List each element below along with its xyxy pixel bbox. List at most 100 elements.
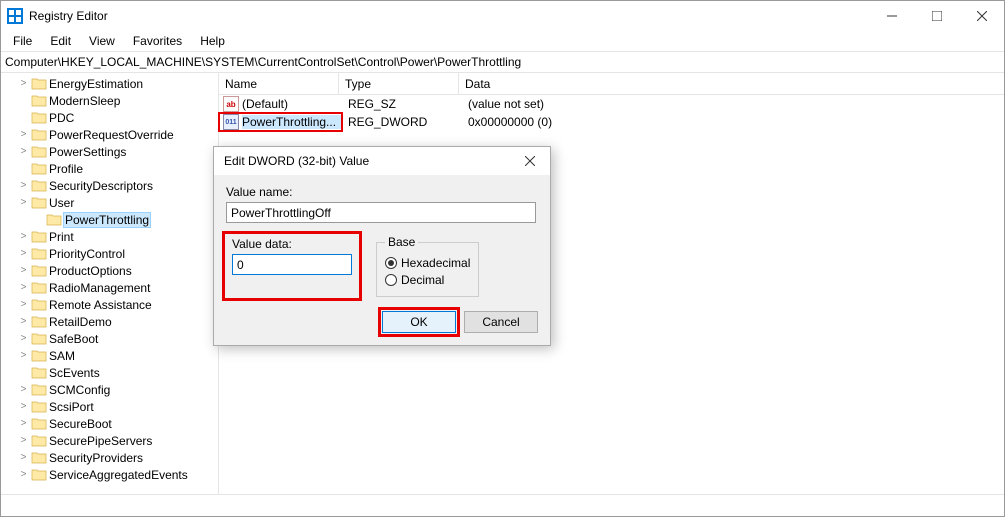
tree-item[interactable]: > PriorityControl bbox=[1, 245, 218, 262]
value-name: PowerThrottling... bbox=[242, 115, 342, 129]
expand-icon[interactable]: > bbox=[16, 265, 31, 276]
tree-item-label: ServiceAggregatedEvents bbox=[49, 468, 188, 482]
tree-item[interactable]: > Remote Assistance bbox=[1, 296, 218, 313]
tree-item[interactable]: >RadioManagement bbox=[1, 279, 218, 296]
tree-item[interactable]: >EnergyEstimation bbox=[1, 75, 218, 92]
expand-icon[interactable]: > bbox=[16, 248, 31, 259]
menu-view[interactable]: View bbox=[81, 32, 123, 50]
col-header-type[interactable]: Type bbox=[339, 73, 459, 94]
folder-icon bbox=[31, 400, 47, 413]
radio-dec-label: Decimal bbox=[401, 273, 444, 287]
tree-item-label: ScEvents bbox=[49, 366, 100, 380]
tree-item-label: PDC bbox=[49, 111, 74, 125]
radio-hex[interactable]: Hexadecimal bbox=[385, 256, 470, 270]
expand-icon[interactable]: > bbox=[16, 129, 31, 140]
tree-item[interactable]: >SecureBoot bbox=[1, 415, 218, 432]
tree-item-label: SafeBoot bbox=[49, 332, 98, 346]
tree-item[interactable]: >SecurityDescriptors bbox=[1, 177, 218, 194]
expand-icon[interactable]: > bbox=[16, 418, 31, 429]
menu-file[interactable]: File bbox=[5, 32, 40, 50]
tree-item-label: RetailDemo bbox=[49, 315, 112, 329]
expand-icon[interactable]: > bbox=[16, 469, 31, 480]
minimize-button[interactable] bbox=[869, 1, 914, 31]
folder-icon bbox=[31, 366, 47, 379]
status-bar bbox=[1, 494, 1004, 516]
tree-pane[interactable]: >EnergyEstimationModernSleep PDC>PowerReq… bbox=[1, 73, 219, 494]
expand-icon[interactable]: > bbox=[16, 299, 31, 310]
tree-item[interactable]: >SCMConfig bbox=[1, 381, 218, 398]
tree-item[interactable]: > Print bbox=[1, 228, 218, 245]
folder-icon bbox=[31, 315, 47, 328]
menu-edit[interactable]: Edit bbox=[42, 32, 79, 50]
col-header-data[interactable]: Data bbox=[459, 73, 1004, 94]
expand-icon[interactable]: > bbox=[16, 197, 31, 208]
list-row[interactable]: ab(Default)REG_SZ(value not set) bbox=[219, 95, 1004, 113]
dialog-close-button[interactable] bbox=[510, 147, 550, 175]
folder-icon bbox=[31, 281, 47, 294]
list-row[interactable]: 011PowerThrottling...REG_DWORD0x00000000… bbox=[219, 113, 1004, 131]
folder-icon bbox=[31, 128, 47, 141]
tree-item[interactable]: > RetailDemo bbox=[1, 313, 218, 330]
value-type: REG_SZ bbox=[342, 97, 462, 111]
tree-item[interactable]: > ServiceAggregatedEvents bbox=[1, 466, 218, 483]
address-bar[interactable]: Computer\HKEY_LOCAL_MACHINE\SYSTEM\Curre… bbox=[1, 51, 1004, 73]
expand-icon[interactable]: > bbox=[16, 435, 31, 446]
expand-icon[interactable]: > bbox=[16, 146, 31, 157]
value-type: REG_DWORD bbox=[342, 115, 462, 129]
tree-item[interactable]: > SAM bbox=[1, 347, 218, 364]
value-data-field[interactable] bbox=[232, 254, 352, 275]
folder-icon bbox=[31, 264, 47, 277]
list-header: Name Type Data bbox=[219, 73, 1004, 95]
tree-item[interactable]: PowerThrottling bbox=[1, 211, 218, 228]
tree-item[interactable]: >PowerSettings bbox=[1, 143, 218, 160]
tree-item[interactable]: Profile bbox=[1, 160, 218, 177]
expand-icon[interactable]: > bbox=[16, 282, 31, 293]
tree-item[interactable]: >ProductOptions bbox=[1, 262, 218, 279]
expand-icon[interactable]: > bbox=[16, 333, 31, 344]
value-name-field[interactable] bbox=[226, 202, 536, 223]
tree-item[interactable]: > User bbox=[1, 194, 218, 211]
address-text: Computer\HKEY_LOCAL_MACHINE\SYSTEM\Curre… bbox=[5, 55, 521, 69]
tree-item[interactable]: >PowerRequestOverride bbox=[1, 126, 218, 143]
menu-favorites[interactable]: Favorites bbox=[125, 32, 190, 50]
tree-item[interactable]: PDC bbox=[1, 109, 218, 126]
folder-icon bbox=[46, 213, 62, 226]
tree-item[interactable]: > SafeBoot bbox=[1, 330, 218, 347]
window-title: Registry Editor bbox=[29, 9, 108, 23]
folder-icon bbox=[31, 383, 47, 396]
folder-icon bbox=[31, 111, 47, 124]
dialog-titlebar: Edit DWORD (32-bit) Value bbox=[214, 147, 550, 175]
tree-item-label: PowerThrottling bbox=[64, 213, 150, 227]
folder-icon bbox=[31, 451, 47, 464]
expand-icon[interactable]: > bbox=[16, 350, 31, 361]
radio-dec[interactable]: Decimal bbox=[385, 273, 470, 287]
tree-item-label: User bbox=[49, 196, 74, 210]
tree-item-label: Print bbox=[49, 230, 74, 244]
ok-button[interactable]: OK bbox=[382, 311, 456, 333]
col-header-name[interactable]: Name bbox=[219, 73, 339, 94]
expand-icon[interactable]: > bbox=[16, 401, 31, 412]
tree-item[interactable]: ModernSleep bbox=[1, 92, 218, 109]
expand-icon[interactable]: > bbox=[16, 231, 31, 242]
tree-item[interactable]: >SecurityProviders bbox=[1, 449, 218, 466]
edit-dword-dialog: Edit DWORD (32-bit) Value Value name: Va… bbox=[213, 146, 551, 346]
expand-icon[interactable]: > bbox=[16, 316, 31, 327]
tree-item-label: Remote Assistance bbox=[49, 298, 152, 312]
expand-icon[interactable]: > bbox=[16, 78, 31, 89]
maximize-button[interactable] bbox=[914, 1, 959, 31]
dword-value-icon: 011 bbox=[223, 114, 239, 130]
tree-item[interactable]: >ScsiPort bbox=[1, 398, 218, 415]
expand-icon[interactable]: > bbox=[16, 384, 31, 395]
close-button[interactable] bbox=[959, 1, 1004, 31]
expand-icon[interactable]: > bbox=[16, 452, 31, 463]
cancel-button[interactable]: Cancel bbox=[464, 311, 538, 333]
menu-help[interactable]: Help bbox=[192, 32, 233, 50]
tree-item-label: Profile bbox=[49, 162, 83, 176]
tree-item[interactable]: ScEvents bbox=[1, 364, 218, 381]
value-name: (Default) bbox=[242, 97, 342, 111]
expand-icon[interactable]: > bbox=[16, 180, 31, 191]
folder-icon bbox=[31, 434, 47, 447]
tree-item[interactable]: >SecurePipeServers bbox=[1, 432, 218, 449]
tree-item-label: PriorityControl bbox=[49, 247, 125, 261]
tree-item-label: SAM bbox=[49, 349, 75, 363]
